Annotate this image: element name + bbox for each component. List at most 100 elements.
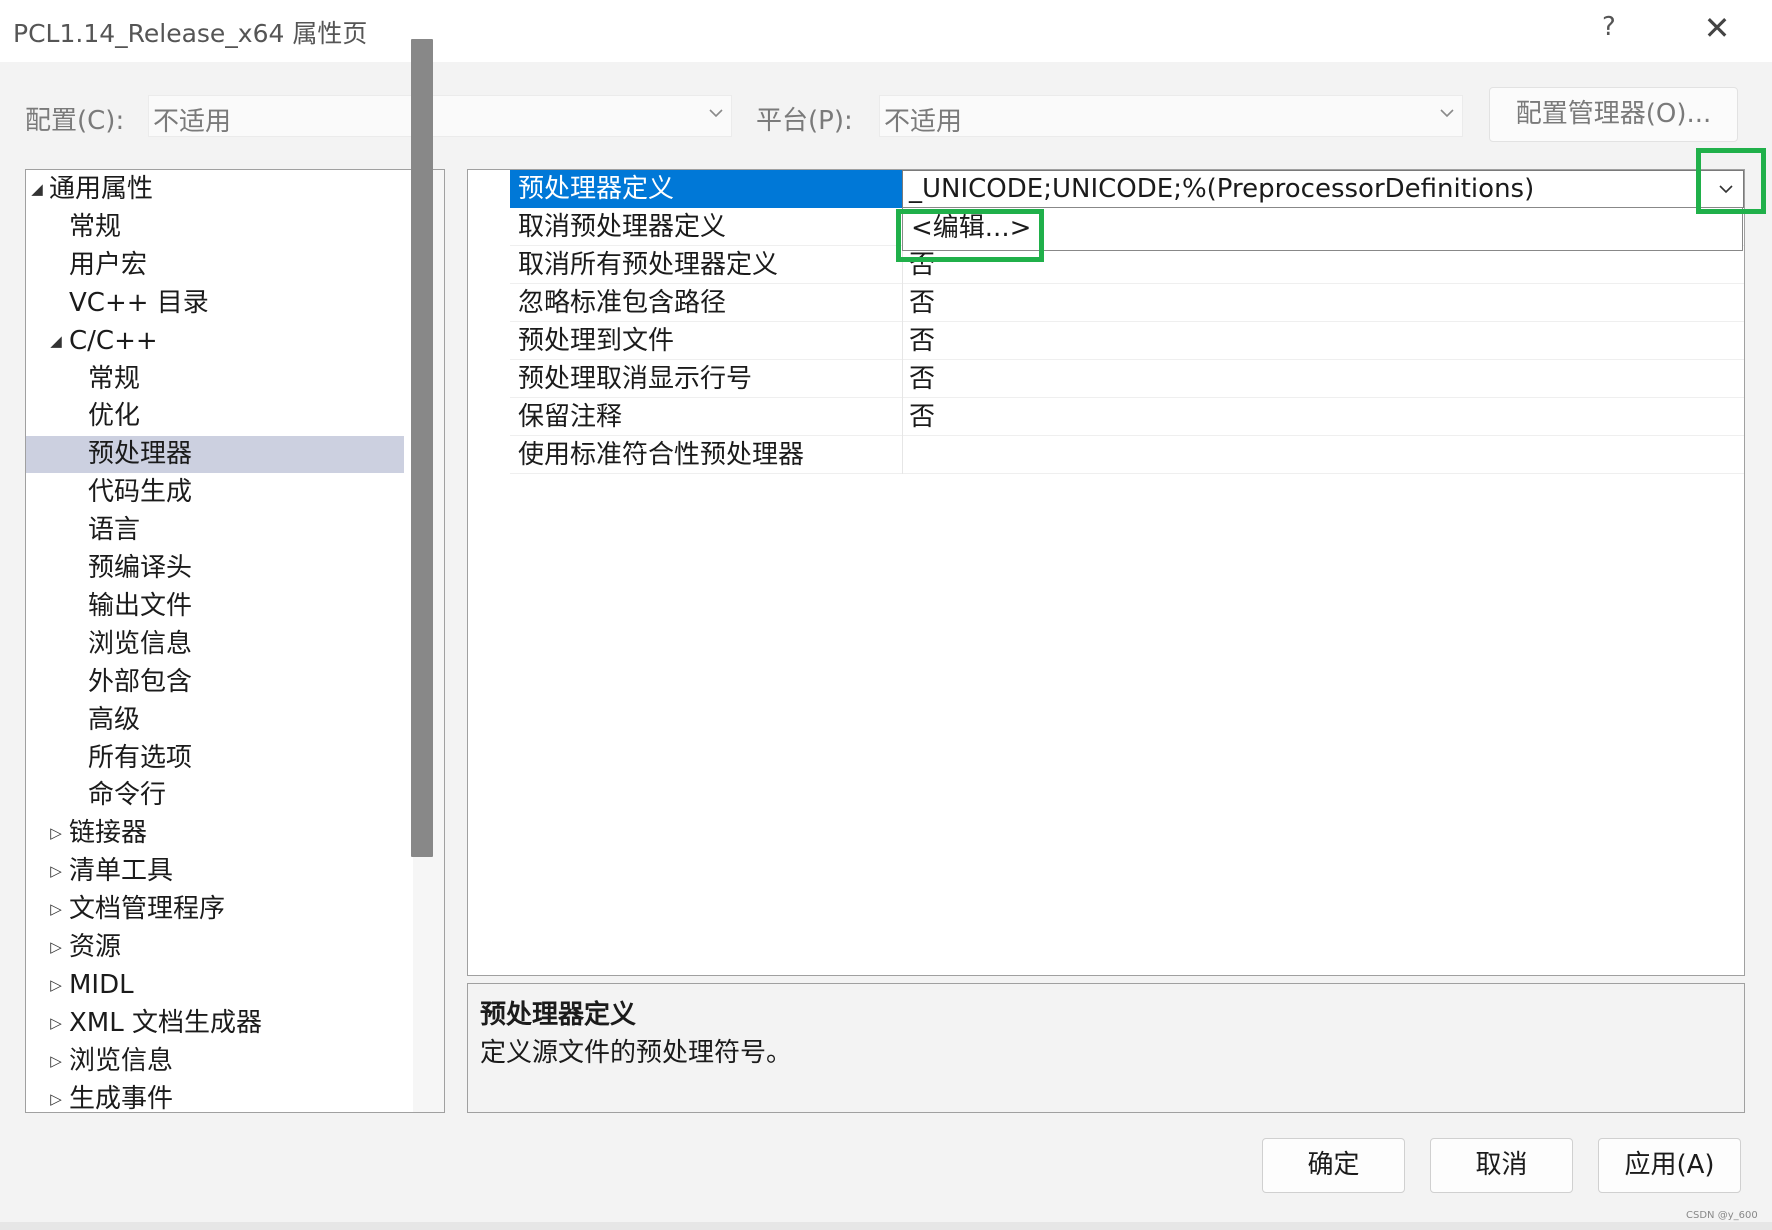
tree-item-label: 常规 [88,363,141,394]
tree-scrollbar-thumb[interactable] [411,39,433,857]
tree-item[interactable]: 代码生成 [26,474,404,511]
tree-item[interactable]: 输出文件 [26,588,404,625]
tree-item[interactable]: VC++ 目录 [26,285,404,322]
value-dropdown-button[interactable] [1709,171,1743,207]
apply-button[interactable]: 应用(A) [1598,1138,1741,1193]
cancel-button[interactable]: 取消 [1430,1138,1573,1193]
tree-item-label: 语言 [88,515,141,546]
expand-arrow-icon[interactable]: ▷ [49,1043,63,1080]
tree-item-label: 资源 [69,932,122,962]
collapse-arrow-icon[interactable]: ◢ [49,323,63,360]
tree-item[interactable]: 浏览信息 [26,626,404,663]
category-tree: ◢ 通用属性 常规 用户宏 VC++ 目录 ◢ C/C++ 常规 优化 预处理器 代码生成 语言 预编译… [25,169,445,1113]
tree-item[interactable]: 优化 [26,398,404,435]
property-value[interactable]: 否 [902,322,1744,360]
property-row[interactable]: 取消所有预处理器定义 否 [510,246,1744,284]
tree-item[interactable]: 命令行 [26,777,404,814]
property-name: 预处理取消显示行号 [518,364,753,394]
tree-item-label: 通用属性 [49,174,154,204]
expand-arrow-icon[interactable]: ▷ [49,967,63,1004]
tree-item[interactable]: ◢ 通用属性 [26,171,404,208]
property-value[interactable]: 否 [902,246,1744,284]
config-combo[interactable]: 不适用 [148,95,732,137]
tree-item-label: 优化 [88,401,141,432]
tree-item-label: XML 文档生成器 [69,1007,262,1038]
tree-item-label: 常规 [69,211,122,242]
property-name: 忽略标准包含路径 [518,288,727,318]
tree-item[interactable]: 常规 [26,361,404,398]
tree-item-label: 高级 [88,704,141,735]
property-value[interactable]: 否 [902,360,1744,398]
tree-item[interactable]: ▷ 链接器 [26,815,404,852]
property-value[interactable]: 否 [902,398,1744,436]
property-value[interactable] [902,436,1744,474]
property-row[interactable]: 预处理取消显示行号 否 [510,360,1744,398]
property-name: 使用标准符合性预处理器 [518,440,805,470]
tree-item-label: 所有选项 [88,742,193,773]
tree-item[interactable]: ▷ 清单工具 [26,853,404,890]
tree-item[interactable]: ▷ 浏览信息 [26,1043,404,1080]
description-text: 定义源文件的预处理符号。 [480,1038,793,1068]
platform-combo[interactable]: 不适用 [879,95,1463,137]
tree-item-label: MIDL [69,969,134,1000]
ok-button[interactable]: 确定 [1262,1138,1405,1193]
close-icon[interactable]: ✕ [1700,8,1734,48]
collapse-arrow-icon[interactable]: ◢ [30,171,44,208]
property-row[interactable]: 使用标准符合性预处理器 [510,436,1744,474]
tree-item[interactable]: ▷ MIDL [26,967,404,1004]
preprocessor-definitions-value: _UNICODE;UNICODE;%(PreprocessorDefinitio… [909,174,1535,204]
edit-option[interactable]: <编辑...> [911,210,1031,246]
expand-arrow-icon[interactable]: ▷ [49,1081,63,1112]
chevron-down-icon [1440,108,1454,120]
property-row[interactable]: 忽略标准包含路径 否 [510,284,1744,322]
description-panel: 预处理器定义 定义源文件的预处理符号。 [467,983,1745,1113]
window-title: PCL1.14_Release_x64 属性页 [13,19,368,48]
tree-item[interactable]: ▷ 生成事件 [26,1081,404,1113]
value-dropdown-list: <编辑...> [902,207,1743,251]
tree-item[interactable]: 预编译头 [26,550,404,587]
property-row[interactable]: 预处理到文件 否 [510,322,1744,360]
property-grid: 预处理器定义 取消预处理器定义 取消所有预处理器定义否忽略标准包含路径否预处理到文件… [467,169,1745,976]
tree-item-label: 代码生成 [88,477,193,508]
preprocessor-definitions-edit[interactable]: _UNICODE;UNICODE;%(PreprocessorDefinitio… [902,170,1744,208]
property-name: 取消预处理器定义 [518,212,727,242]
expand-arrow-icon[interactable]: ▷ [49,891,63,928]
tree-item-label: 链接器 [69,818,148,849]
config-label: 配置(C): [25,106,125,136]
tree-item[interactable]: ◢ C/C++ [26,323,404,360]
tree-item-label: 浏览信息 [69,1045,174,1076]
tree-item[interactable]: 所有选项 [26,740,404,777]
tree-item-label: 预处理器 [88,439,193,470]
tree-item[interactable]: 语言 [26,512,404,549]
expand-arrow-icon[interactable]: ▷ [49,815,63,852]
tree-item[interactable]: 用户宏 [26,247,404,284]
help-icon[interactable]: ? [1602,12,1616,42]
expand-arrow-icon[interactable]: ▷ [49,853,63,890]
property-value[interactable]: 否 [902,284,1744,322]
tree-item-label: 用户宏 [69,249,148,280]
expand-arrow-icon[interactable]: ▷ [49,1005,63,1042]
watermark: CSDN @y_600 [1686,1210,1758,1221]
tree-item-label: C/C++ [69,325,158,356]
tree-item[interactable]: 外部包含 [26,664,404,701]
platform-combo-value: 不适用 [884,107,963,137]
tree-item-label: 文档管理程序 [69,894,226,925]
chevron-down-icon [709,108,723,120]
tree-item-label: 生成事件 [69,1083,174,1113]
tree-item[interactable]: 常规 [26,209,404,246]
window-bottom-edge [0,1222,1772,1230]
tree-item[interactable]: 高级 [26,702,404,739]
expand-arrow-icon[interactable]: ▷ [49,929,63,966]
tree-item[interactable]: ▷ 文档管理程序 [26,891,404,928]
tree-item-label: 命令行 [88,780,167,811]
property-name: 预处理器定义 [510,170,902,208]
tree-item[interactable]: 预处理器 [26,436,404,474]
property-row[interactable]: 保留注释 否 [510,398,1744,436]
property-pages-dialog: PCL1.14_Release_x64 属性页 ? ✕ 配置(C): 不适用 平… [0,0,1772,1230]
tree-item[interactable]: ▷ XML 文档生成器 [26,1005,404,1042]
tree-item-label: 预编译头 [88,553,193,583]
configuration-manager-button[interactable]: 配置管理器(O)... [1489,87,1738,142]
title-bar: PCL1.14_Release_x64 属性页 ? ✕ [0,0,1772,62]
property-name: 预处理到文件 [518,326,675,356]
tree-item[interactable]: ▷ 资源 [26,929,404,966]
